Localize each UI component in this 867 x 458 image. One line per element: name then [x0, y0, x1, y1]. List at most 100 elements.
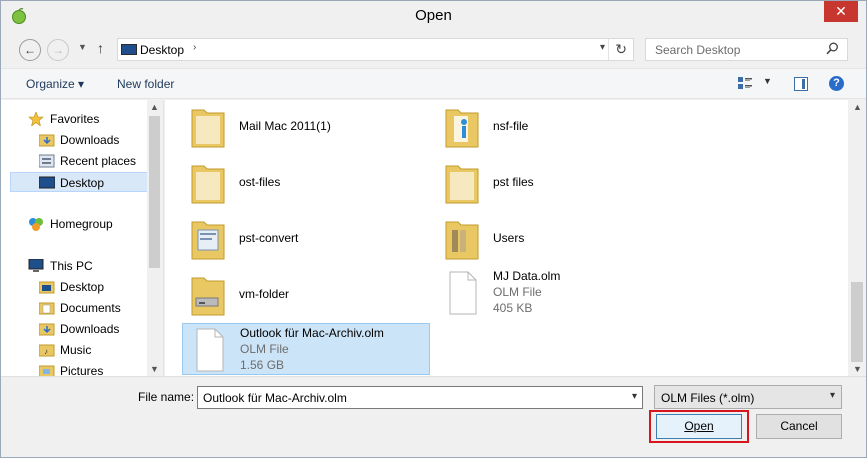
list-item-nsf-file[interactable]: nsf-file [436, 101, 684, 153]
folder-icon [191, 109, 225, 148]
sidebar-item-label: Desktop [60, 280, 105, 294]
folder-icon [445, 109, 479, 148]
address-dropdown-icon[interactable]: ▾ [600, 42, 605, 53]
star-icon [28, 112, 44, 126]
scroll-down-icon[interactable]: ▼ [853, 364, 862, 374]
file-name: vm-folder [239, 287, 290, 301]
change-view-icon[interactable] [738, 77, 752, 90]
sidebar-item-label: Desktop [60, 176, 105, 190]
folder-icon [191, 277, 225, 316]
sidebar-item-pc-downloads[interactable]: Downloads [1, 319, 149, 339]
sidebar-item-label: Music [60, 343, 92, 357]
address-divider [608, 39, 609, 60]
desktop-icon [121, 44, 137, 55]
organize-button[interactable]: Organize ▾ [26, 77, 84, 91]
title-bar: Open ✕ [1, 1, 866, 32]
file-icon [449, 271, 477, 315]
file-type-select[interactable]: OLM Files (*.olm) ▾ [654, 385, 842, 409]
view-options-dropdown[interactable]: ▼ [763, 76, 772, 86]
forward-button[interactable]: → [47, 39, 69, 61]
sidebar-item-recent-places[interactable]: Recent places [1, 151, 149, 171]
cancel-button-label: Cancel [780, 419, 818, 433]
scroll-thumb[interactable] [851, 282, 863, 362]
sidebar-item-label: Downloads [60, 322, 120, 336]
folder-icon [39, 281, 55, 294]
folder-icon [191, 165, 225, 204]
sidebar-item-label: Favorites [50, 112, 100, 126]
sidebar-item-documents[interactable]: Documents [1, 298, 149, 318]
window-title: Open [415, 7, 452, 24]
sidebar-item-label: Recent places [60, 154, 137, 168]
list-item-outlook-mac-archiv-olm[interactable]: Outlook für Mac-Archiv.olm OLM File 1.56… [182, 323, 430, 375]
recent-locations-dropdown[interactable]: ▼ [78, 42, 87, 52]
sidebar-item-downloads[interactable]: Downloads [1, 130, 149, 150]
list-item-mj-data-olm[interactable]: MJ Data.olm OLM File 405 KB [436, 267, 684, 323]
folder-icon [39, 302, 55, 315]
search-icon[interactable] [826, 42, 839, 55]
svg-text:♪: ♪ [44, 347, 48, 356]
desktop-icon [39, 176, 55, 189]
list-item-pst-convert[interactable]: pst-convert [182, 213, 430, 265]
file-name: Users [493, 231, 525, 245]
list-item-vm-folder[interactable]: vm-folder [182, 269, 430, 321]
scroll-up-icon[interactable]: ▲ [150, 102, 159, 112]
list-item-pst-files[interactable]: pst files [436, 157, 684, 209]
sidebar-item-desktop[interactable]: Desktop [10, 172, 149, 192]
back-arrow-icon: ← [24, 43, 36, 57]
open-button[interactable]: Open [656, 414, 742, 439]
sidebar-item-label: Homegroup [50, 217, 113, 231]
navigation-pane: Favorites Downloads Recent places Deskto… [1, 100, 164, 378]
file-name: pst-convert [239, 231, 299, 245]
sidebar-item-homegroup[interactable]: Homegroup [1, 214, 149, 234]
sidebar-item-music[interactable]: ♪ Music [1, 340, 149, 360]
breadcrumb-desktop[interactable]: Desktop [140, 43, 184, 57]
file-size: 405 KB [493, 301, 533, 315]
file-name: ost-files [239, 175, 281, 189]
file-icon [196, 328, 224, 372]
file-name: pst files [493, 175, 534, 189]
chevron-down-icon[interactable]: ▾ [632, 391, 637, 402]
address-bar[interactable]: Desktop › ▾ ↻ [117, 38, 634, 61]
up-one-level-button[interactable]: ↑ [97, 40, 104, 56]
new-folder-button[interactable]: New folder [117, 77, 174, 91]
file-name-field[interactable]: Outlook für Mac-Archiv.olm ▾ [197, 386, 643, 409]
search-input[interactable]: Search Desktop [645, 38, 848, 61]
breadcrumb-chevron-icon[interactable]: › [193, 42, 196, 53]
file-type: OLM File [493, 285, 542, 299]
file-name: Mail Mac 2011(1) [239, 119, 331, 133]
folder-icon [191, 221, 225, 260]
close-button[interactable]: ✕ [824, 1, 858, 22]
sidebar-item-pc-desktop[interactable]: Desktop [1, 277, 149, 297]
refresh-icon[interactable]: ↻ [615, 41, 627, 58]
chevron-down-icon[interactable]: ▾ [830, 390, 835, 401]
sidebar-item-favorites[interactable]: Favorites [1, 109, 149, 129]
file-name: Outlook für Mac-Archiv.olm [240, 326, 384, 340]
open-button-label: Open [684, 419, 714, 433]
file-size: 1.56 GB [240, 358, 285, 372]
back-button[interactable]: ← [19, 39, 41, 61]
list-item-ost-files[interactable]: ost-files [182, 157, 430, 209]
scroll-down-icon[interactable]: ▼ [150, 364, 159, 374]
scroll-up-icon[interactable]: ▲ [853, 102, 862, 112]
file-type: OLM File [240, 342, 289, 356]
file-list: Mail Mac 2011(1) nsf-file ost-files pst … [165, 100, 848, 376]
sidebar-item-this-pc[interactable]: This PC [1, 256, 149, 276]
scroll-thumb[interactable] [149, 116, 160, 268]
content-scrollbar[interactable]: ▲ ▼ [848, 100, 866, 376]
search-placeholder: Search Desktop [655, 43, 741, 57]
help-icon[interactable]: ? [829, 76, 844, 91]
downloads-folder-icon [39, 134, 55, 147]
file-name: MJ Data.olm [493, 269, 561, 283]
this-pc-icon [28, 259, 44, 272]
homegroup-icon [29, 218, 43, 231]
preview-pane-icon[interactable] [794, 77, 808, 91]
forward-arrow-icon: → [52, 43, 64, 57]
navigation-scrollbar[interactable]: ▲ ▼ [147, 100, 163, 376]
recent-places-icon [39, 154, 55, 168]
folder-icon [445, 165, 479, 204]
cancel-button[interactable]: Cancel [756, 414, 842, 439]
file-name-value[interactable]: Outlook für Mac-Archiv.olm [203, 391, 347, 405]
list-item-mail-mac-2011[interactable]: Mail Mac 2011(1) [182, 101, 430, 153]
list-item-users[interactable]: Users [436, 213, 684, 265]
folder-icon [39, 323, 55, 336]
